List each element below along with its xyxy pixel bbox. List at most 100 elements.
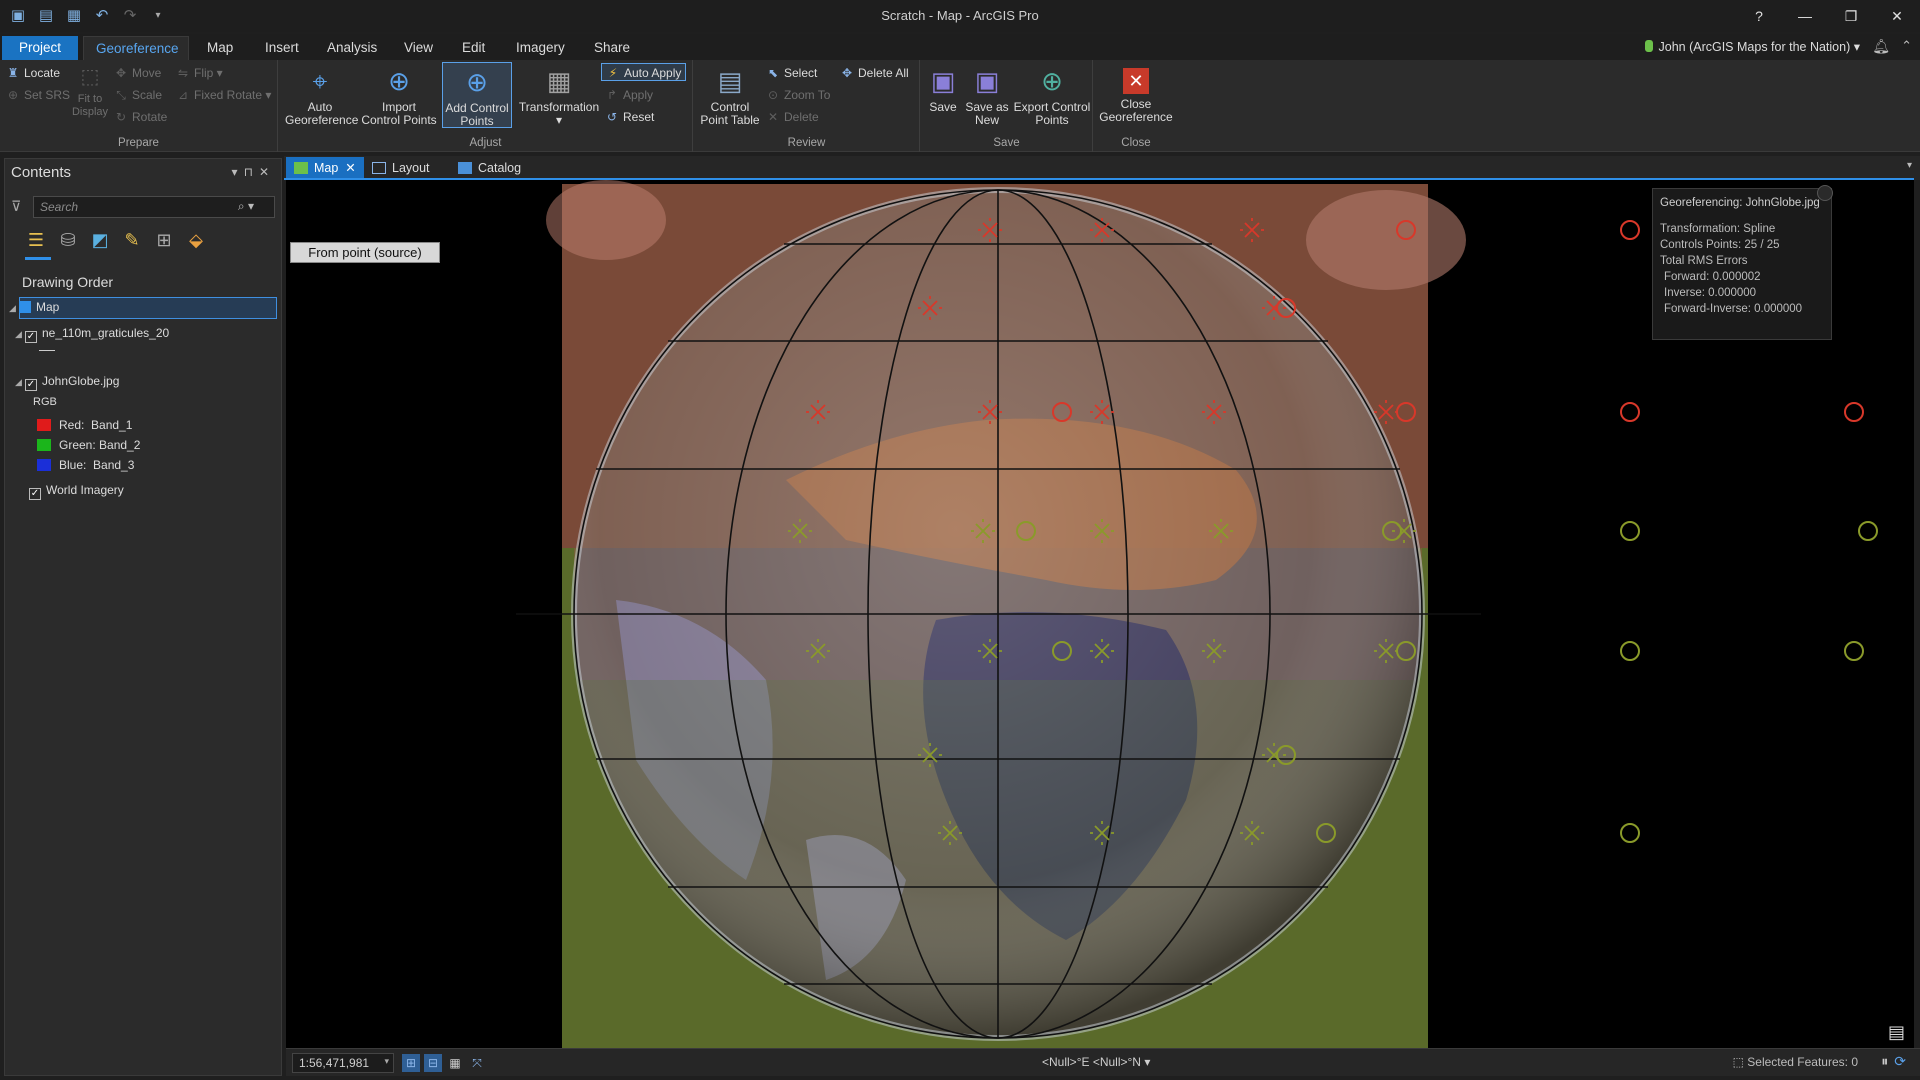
table-toggle-icon[interactable]: ▦ (446, 1054, 464, 1072)
apply-button[interactable]: ↱ Apply (605, 86, 653, 104)
snapping-icon[interactable]: ⊞ (153, 229, 175, 251)
reset-button[interactable]: ↺ Reset (605, 108, 654, 126)
close-panel-icon[interactable] (1817, 185, 1833, 201)
flip-button[interactable]: ⇋ Flip ▾ (176, 64, 223, 82)
close-pane-icon[interactable]: ✕ (259, 165, 275, 179)
control-point-marker[interactable] (1392, 519, 1914, 543)
layer-checkbox[interactable]: ✓ (29, 488, 41, 500)
control-point-marker[interactable] (806, 639, 1072, 663)
fixed-rotate-button[interactable]: ⊿ Fixed Rotate ▾ (176, 86, 271, 104)
delete-button[interactable]: ✕ Delete (766, 108, 819, 126)
close-georeference-button[interactable]: ✕ Close Georeference (1098, 62, 1174, 124)
zoom-to-button[interactable]: ⊙ Zoom To (766, 86, 831, 104)
minimize-button[interactable]: — (1782, 0, 1828, 32)
control-point-marker[interactable] (1209, 519, 1878, 543)
control-point-marker[interactable] (1090, 400, 1640, 424)
selection-icon[interactable]: ◩ (89, 229, 111, 251)
view-tab-map[interactable]: Map ✕ (286, 157, 364, 179)
selected-features[interactable]: ⬚ Selected Features: 0 (1733, 1055, 1858, 1069)
control-point-marker[interactable] (938, 821, 1336, 845)
tab-share[interactable]: Share (582, 36, 642, 60)
tree-layer-world-imagery[interactable]: ✓ World Imagery (29, 483, 124, 500)
scale-button[interactable]: ⤡ Scale (114, 86, 162, 104)
control-point-marker[interactable] (978, 639, 1416, 663)
help-button[interactable]: ? (1736, 0, 1782, 32)
control-point-marker[interactable] (1090, 639, 1640, 663)
select-button[interactable]: ⬉ Select (766, 64, 817, 82)
tab-georeference[interactable]: Georeference (83, 36, 189, 60)
control-point-marker[interactable] (1374, 639, 1914, 663)
tab-project[interactable]: Project (2, 36, 78, 60)
tab-map[interactable]: Map (195, 36, 245, 60)
tree-layer-graticules[interactable]: ◢ ✓ ne_110m_graticules_20 (15, 326, 169, 343)
control-point-marker[interactable] (1090, 821, 1640, 845)
tab-imagery[interactable]: Imagery (504, 36, 577, 60)
expand-icon[interactable]: ◢ (15, 377, 25, 388)
scale-selector[interactable]: 1:56,471,981 ▾ (292, 1053, 394, 1073)
control-point-marker[interactable] (1090, 519, 1640, 543)
view-tab-catalog[interactable]: Catalog (450, 157, 529, 179)
drawing-order-icon[interactable]: ☰ (25, 229, 47, 251)
map-view[interactable]: From point (source) Georeferencing: John… (286, 180, 1914, 1048)
refresh-icon[interactable]: ⟳ (1894, 1053, 1912, 1069)
snapping-toggle-icon[interactable]: ⊞ (402, 1054, 420, 1072)
tab-analysis[interactable]: Analysis (315, 36, 389, 60)
control-point-marker[interactable] (1090, 218, 1640, 242)
restore-button[interactable]: ❐ (1828, 0, 1874, 32)
pin-icon[interactable]: ⊓ (244, 165, 259, 179)
navigation-icon[interactable]: ⤧ (468, 1054, 486, 1072)
editing-icon[interactable]: ✎ (121, 229, 143, 251)
auto-georeference-button[interactable]: ⌖ Auto Georeference (285, 62, 358, 127)
tab-view[interactable]: View (392, 36, 445, 60)
layer-checkbox[interactable]: ✓ (25, 331, 37, 343)
save-button[interactable]: ▣ Save (925, 62, 961, 114)
auto-apply-toggle[interactable]: ⚡ Auto Apply (601, 63, 687, 81)
tree-map[interactable]: ◢ Map (9, 300, 59, 314)
control-point-marker[interactable] (1262, 743, 1914, 767)
view-tab-layout[interactable]: Layout (364, 157, 438, 179)
control-point-marker[interactable] (978, 218, 1416, 242)
close-window-button[interactable]: ✕ (1874, 0, 1920, 32)
control-point-marker[interactable] (788, 519, 1036, 543)
search-input[interactable]: Search ⌕ ▾ (33, 196, 275, 218)
control-point-marker[interactable] (1202, 639, 1864, 663)
grid-toggle-icon[interactable]: ⊟ (424, 1054, 442, 1072)
tab-insert[interactable]: Insert (253, 36, 311, 60)
set-srs-button[interactable]: ⊕ Set SRS (6, 86, 70, 104)
data-source-icon[interactable]: ⛁ (57, 229, 79, 251)
expand-icon[interactable]: ◢ (15, 329, 25, 340)
control-point-marker[interactable] (1240, 821, 1914, 845)
layer-checkbox[interactable]: ✓ (25, 379, 37, 391)
search-icon[interactable]: ⌕ ▾ (238, 199, 254, 214)
control-point-marker[interactable] (1202, 400, 1864, 424)
tab-edit[interactable]: Edit (450, 36, 497, 60)
control-point-marker[interactable] (918, 296, 1296, 320)
close-tab-icon[interactable]: ✕ (345, 161, 355, 175)
control-point-marker[interactable] (806, 400, 1072, 424)
control-point-marker[interactable] (1374, 400, 1914, 424)
import-control-points-button[interactable]: ⊕ Import Control Points (361, 62, 437, 127)
expand-icon[interactable]: ◢ (9, 303, 19, 314)
rotate-button[interactable]: ↻ Rotate (114, 108, 167, 126)
add-control-points-button[interactable]: ⊕ Add Control Points (442, 62, 512, 128)
export-control-points-button[interactable]: ⊕ Export Control Points (1013, 62, 1091, 127)
pause-drawing-icon[interactable]: ⏸ (1881, 1053, 1894, 1069)
notifications-icon[interactable]: 🔔︎ (1872, 38, 1890, 55)
locate-button[interactable]: ♜ Locate (6, 64, 60, 82)
move-button[interactable]: ✥ Move (114, 64, 161, 82)
save-as-new-button[interactable]: ▣ Save as New (965, 62, 1009, 127)
collapse-ribbon-icon[interactable]: ⌃ (1901, 38, 1912, 54)
filter-icon[interactable]: ⊽ (11, 198, 21, 215)
map-notes-icon[interactable]: ▤ (1888, 1022, 1905, 1043)
transformation-button[interactable]: ▦ Transformation ▾ (517, 62, 601, 127)
delete-all-button[interactable]: ✥ Delete All (840, 64, 909, 82)
tree-layer-johnglobe[interactable]: ◢ ✓ JohnGlobe.jpg (15, 374, 119, 391)
control-point-table-button[interactable]: ▤ Control Point Table (698, 62, 762, 127)
control-point-marker[interactable] (918, 743, 1296, 767)
labeling-icon[interactable]: ⬙ (185, 229, 207, 251)
fit-to-display-button[interactable]: ⬚ Fit to Display (70, 62, 110, 119)
user-account[interactable]: John (ArcGIS Maps for the Nation) ▾ (1644, 39, 1860, 54)
control-point-marker[interactable] (978, 400, 1416, 424)
tabs-overflow-icon[interactable]: ▾ (1907, 160, 1912, 171)
pane-menu-icon[interactable]: ▾ (232, 165, 244, 179)
